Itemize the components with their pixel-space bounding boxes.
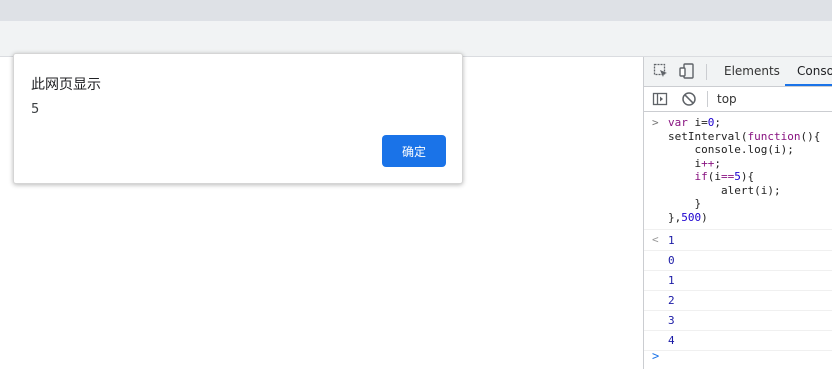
device-toolbar-icon[interactable] [679,63,695,79]
console-log-row: 2 [644,290,832,311]
code-line: } [668,197,702,210]
dialog-message: 5 [31,102,40,117]
console-toolbar: top [644,87,832,112]
sidebar-toggle-icon[interactable] [652,91,668,107]
log-value: 4 [668,334,675,347]
log-value: 3 [668,314,675,327]
dialog-title: 此网页显示 [31,77,101,93]
console-log-row: 3 [644,310,832,331]
code-line: alert(i); [668,183,781,197]
toolbar-divider [707,91,708,107]
toolbar-divider [706,64,707,80]
log-value: 2 [668,294,675,307]
code-line: console.log(i); [668,143,794,156]
console-output: > var i=0; setInterval(function(){ conso… [644,112,832,369]
code-line: if(i==5){ [694,170,755,183]
code-line: setInterval(function(){ [668,129,821,143]
browser-toolbar [0,21,832,57]
code-line: },500) [668,210,708,224]
result-value: 1 [668,234,675,247]
console-log-row: 0 [644,250,832,271]
console-input-prompt[interactable]: > [652,349,659,363]
console-log-row: 1 [644,270,832,291]
inspect-element-icon[interactable] [653,63,669,79]
ok-button[interactable]: 确定 [382,135,446,167]
code-line: var i=0; [668,116,721,129]
log-value: 0 [668,254,675,267]
devtools-tab-bar: Elements Console [644,57,832,87]
alert-dialog: 此网页显示 5 确定 [13,53,463,184]
code-block: var i=0; setInterval(function(){ console… [668,116,820,224]
tab-console[interactable]: Console [785,57,832,86]
clear-console-icon[interactable] [681,91,697,107]
log-value: 1 [668,274,675,287]
code-line: i++; [668,156,721,170]
tab-elements[interactable]: Elements [724,57,780,86]
console-result-row: < 1 [644,229,832,251]
result-arrow-icon: < [652,233,659,246]
context-selector[interactable]: top [717,92,737,106]
browser-tab-strip [0,0,832,21]
input-prompt-icon: > [652,116,659,129]
devtools-panel: Elements Console top > var i=0; setInter… [643,57,832,369]
console-log-row: 4 [644,330,832,351]
